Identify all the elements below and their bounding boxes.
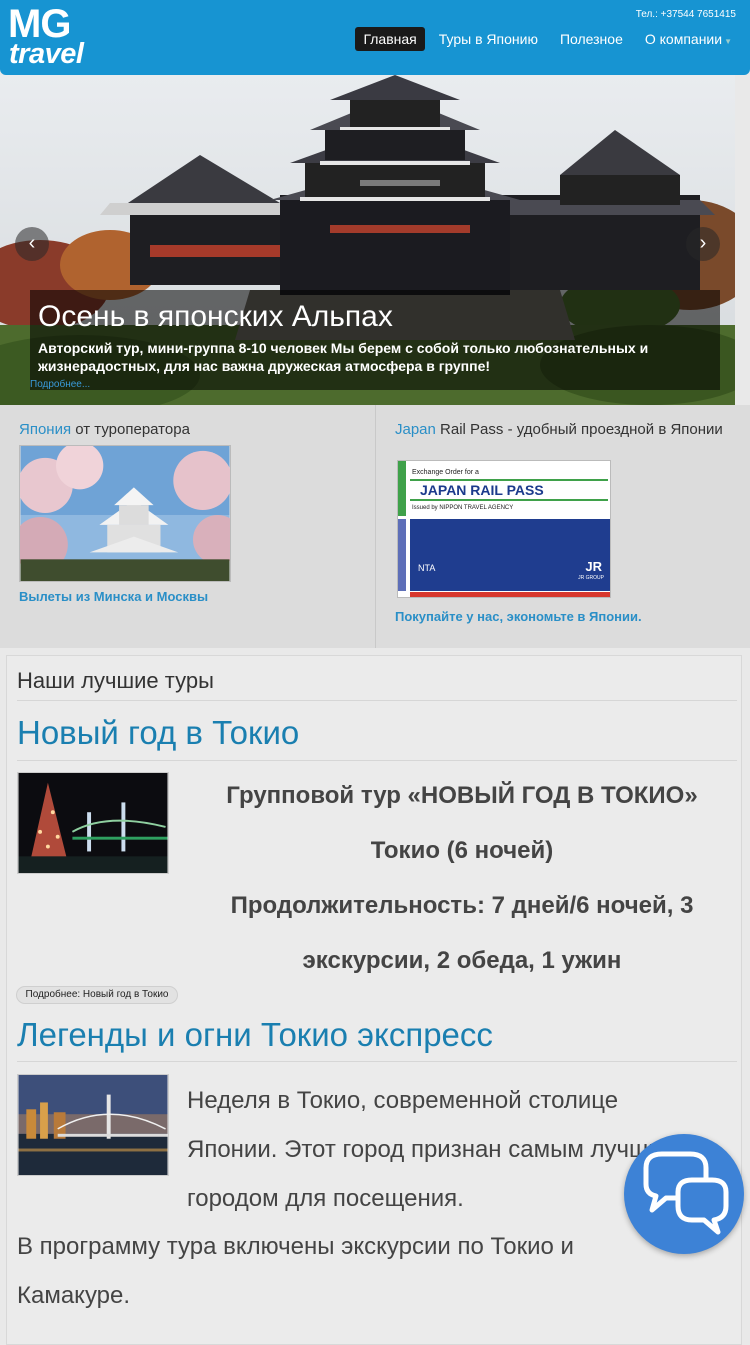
- slide-title: Осень в японских Альпах: [38, 300, 393, 333]
- promo-railpass-title-link[interactable]: Japan: [395, 421, 436, 438]
- promo-railpass: Japan Rail Pass - удобный проездной в Яп…: [375, 405, 750, 648]
- nav-tours-label: Туры в Японию: [438, 31, 538, 47]
- tour1-line3: Продолжительность: 7 дней/6 ночей, 3 экс…: [230, 892, 694, 974]
- main-nav: Главная Туры в Японию Полезное О компани…: [355, 27, 740, 51]
- nav-useful[interactable]: Полезное: [552, 27, 631, 51]
- card-blue-bar: [398, 519, 406, 591]
- slider-next-button[interactable]: ›: [686, 227, 720, 261]
- nav-useful-label: Полезное: [559, 31, 623, 47]
- tour1-thumbnail[interactable]: [17, 772, 169, 874]
- divider: [17, 1061, 737, 1062]
- promo-japan-title-rest: от туроператора: [71, 421, 190, 438]
- nav-home[interactable]: Главная: [355, 27, 425, 51]
- site-logo[interactable]: MG travel: [8, 4, 88, 70]
- tour2-thumbnail[interactable]: [17, 1074, 169, 1176]
- slide-description: Авторский тур, мини-группа 8-10 человек …: [38, 340, 649, 374]
- card-jr-group: JR GROUP: [578, 575, 604, 581]
- promo-japan-title: Япония от туроператора: [19, 421, 190, 438]
- chevron-right-icon: ›: [699, 232, 707, 254]
- chat-widget-button[interactable]: [624, 1134, 744, 1254]
- promo-japan-link[interactable]: Вылеты из Минска и Москвы: [19, 589, 208, 604]
- nav-home-label: Главная: [363, 31, 417, 47]
- divider: [17, 760, 737, 761]
- promo-railpass-link[interactable]: Покупайте у нас, экономьте в Японии.: [395, 609, 642, 624]
- card-blue-panel: NTA JR JR GROUP: [410, 519, 610, 591]
- tour2-title[interactable]: Легенды и огни Токио экспресс: [17, 1016, 493, 1054]
- card-jr-logo: JR: [585, 559, 602, 574]
- slider-prev-button[interactable]: ‹: [15, 227, 49, 261]
- himeji-castle-image[interactable]: [19, 445, 231, 582]
- card-nta-logo: NTA: [418, 563, 436, 573]
- tour1-more-button[interactable]: Подробнее: Новый год в Токио: [16, 986, 178, 1004]
- phone-number: Тел.: +37544 7651415: [635, 9, 736, 20]
- tour1-line2: Токио (6 ночей): [370, 837, 554, 864]
- chat-bubbles-icon: [643, 1151, 729, 1235]
- site-header: MG travel Тел.: +37544 7651415 Главная Т…: [0, 0, 750, 75]
- chevron-left-icon: ‹: [28, 232, 36, 254]
- tour1-line1: Групповой тур «НОВЫЙ ГОД В ТОКИО»: [226, 782, 698, 809]
- tour1-description: Групповой тур «НОВЫЙ ГОД В ТОКИО» Токио …: [197, 768, 727, 988]
- card-issuer-text: Issued by NIPPON TRAVEL AGENCY: [412, 505, 514, 511]
- hero-slider: ‹ › Осень в японских Альпах Авторский ту…: [0, 75, 735, 405]
- chevron-down-icon: ▼: [724, 37, 732, 46]
- section-title: Наши лучшие туры: [17, 668, 214, 693]
- promo-row: Япония от туроператора Вылеты из Минска …: [0, 405, 750, 648]
- divider: [17, 700, 737, 701]
- card-red-bar: [410, 592, 610, 597]
- tour1-title[interactable]: Новый год в Токио: [17, 714, 299, 752]
- promo-railpass-title-rest: Rail Pass - удобный проездной в Японии: [435, 421, 723, 438]
- promo-japan: Япония от туроператора Вылеты из Минска …: [0, 405, 374, 648]
- card-top-text: Exchange Order for a: [412, 469, 479, 476]
- nav-about[interactable]: О компании ▼: [637, 27, 740, 51]
- tour2-description-2: В программу тура включены экскурсии по Т…: [17, 1233, 574, 1309]
- slide-more-link[interactable]: Подробнее...: [30, 379, 90, 390]
- card-green-bar: [398, 461, 406, 516]
- card-main-text: JAPAN RAIL PASS: [410, 479, 608, 501]
- nav-about-label: О компании: [644, 31, 723, 47]
- promo-railpass-title: Japan Rail Pass - удобный проездной в Яп…: [395, 421, 725, 438]
- nav-tours-japan[interactable]: Туры в Японию: [431, 27, 546, 51]
- promo-japan-title-link[interactable]: Япония: [19, 421, 71, 438]
- logo-travel: travel: [9, 38, 84, 70]
- railpass-card-image[interactable]: Exchange Order for a JAPAN RAIL PASS Iss…: [397, 460, 611, 598]
- slide-caption: Осень в японских Альпах Авторский тур, м…: [30, 290, 720, 390]
